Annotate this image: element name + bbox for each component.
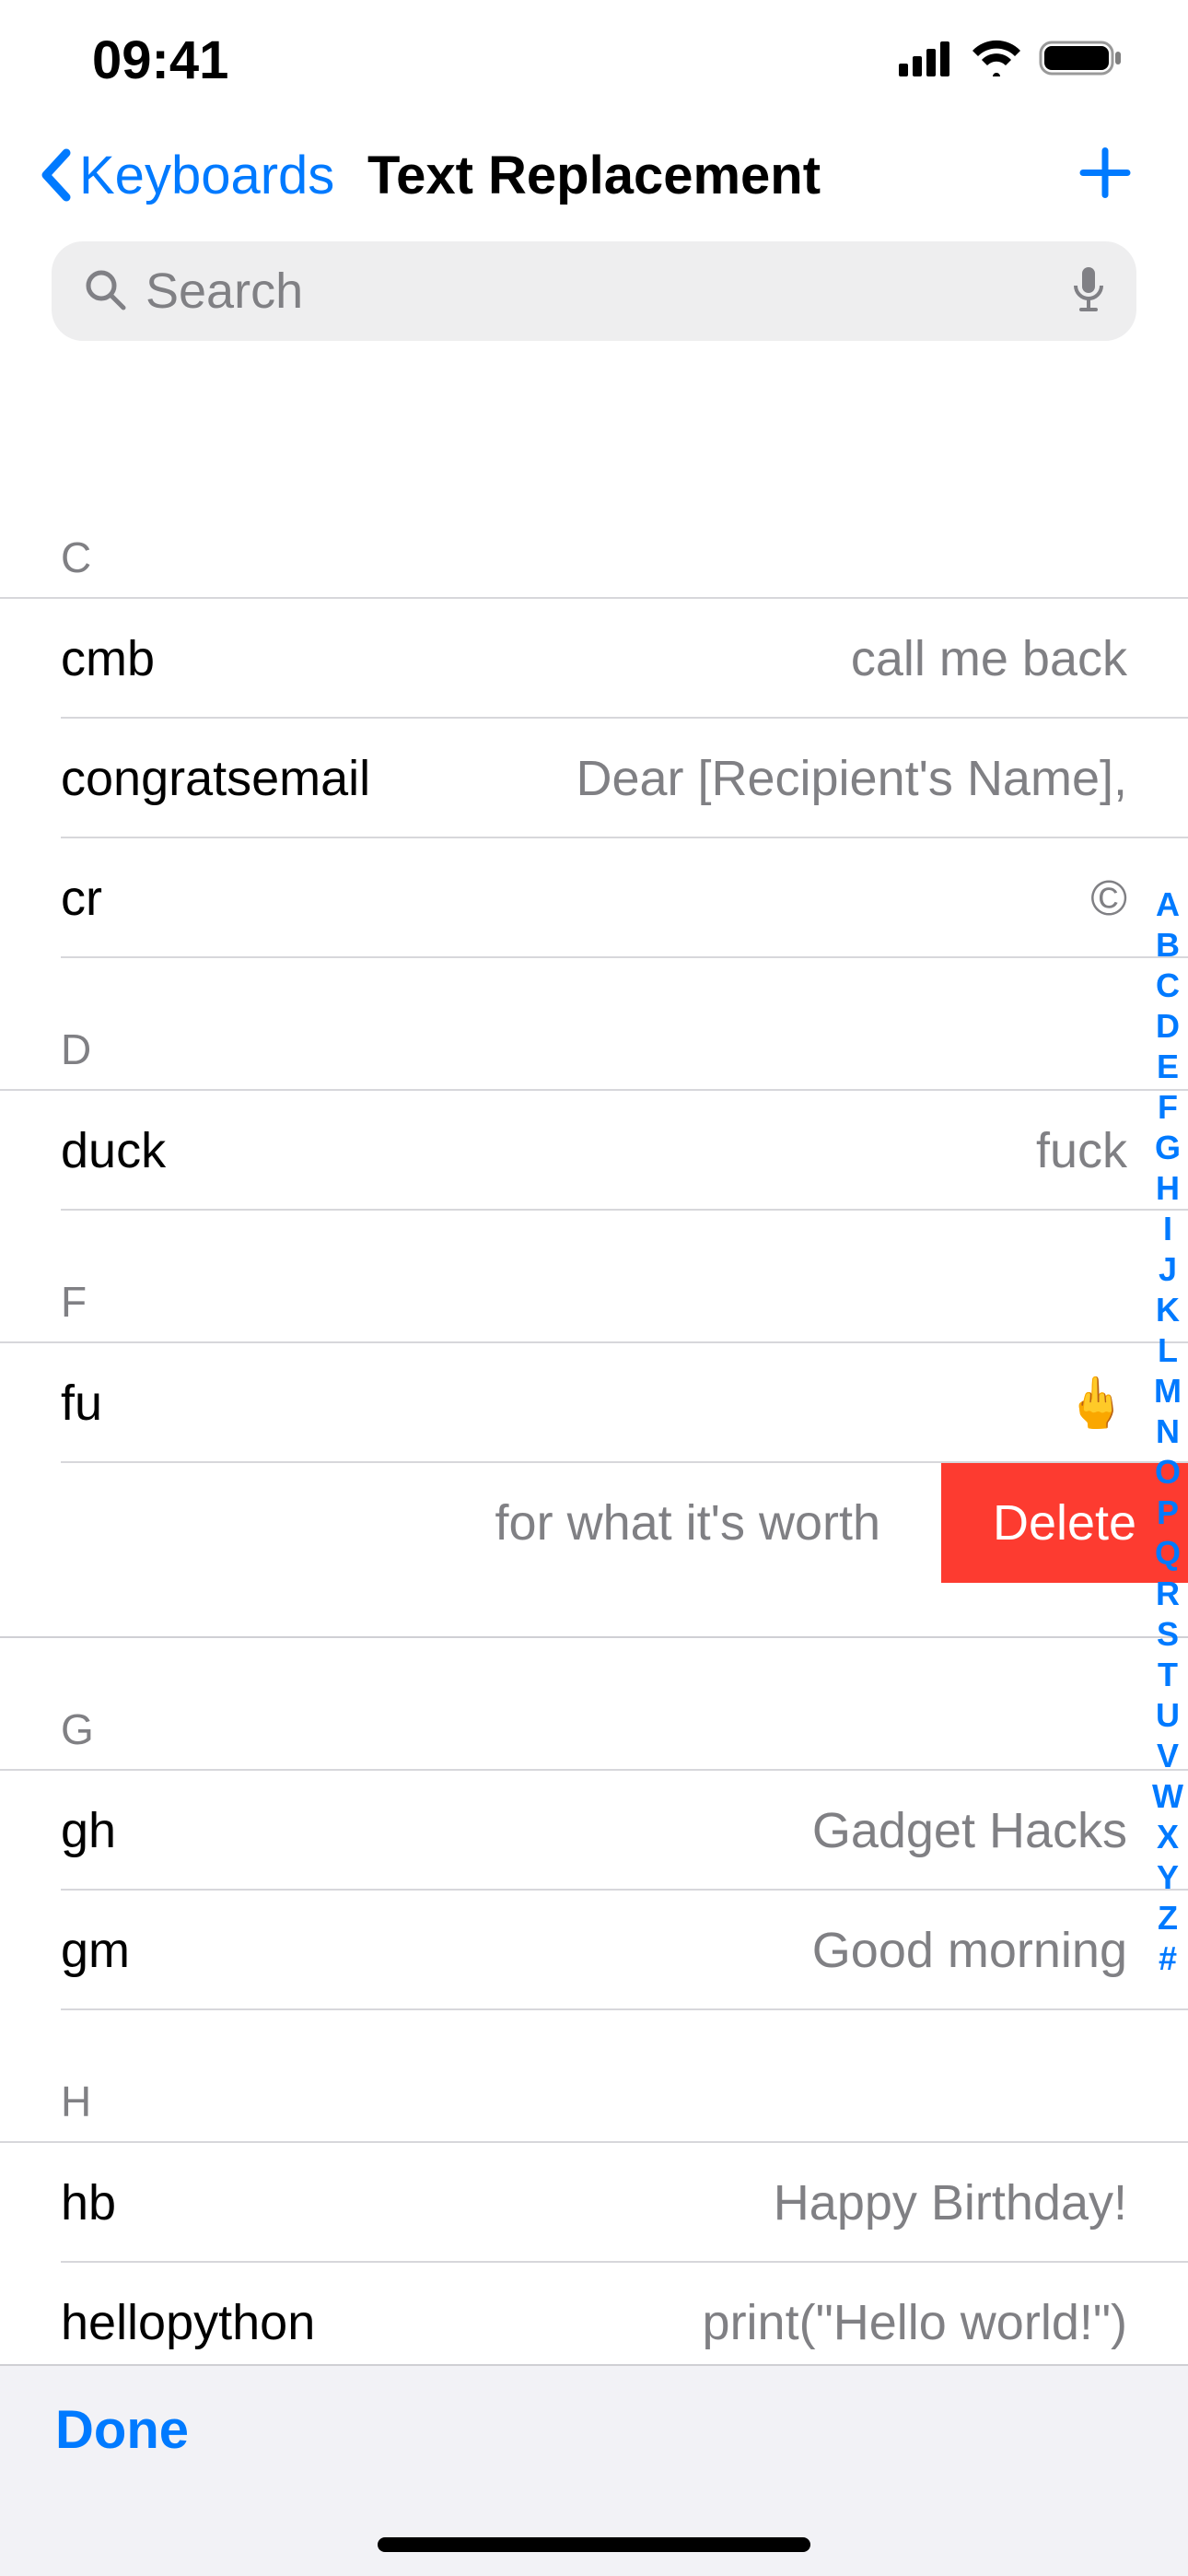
table-row[interactable]: gh Gadget Hacks xyxy=(0,1771,1188,1891)
phrase-text: fuck xyxy=(1036,1122,1127,1179)
bottom-toolbar: Done xyxy=(0,2364,1188,2576)
add-button[interactable] xyxy=(1077,146,1133,205)
index-letter[interactable]: L xyxy=(1158,1330,1178,1371)
chevron-left-icon xyxy=(37,147,74,203)
index-letter[interactable]: P xyxy=(1157,1493,1179,1533)
table-content: Ccmb call me back congratsemail Dear [Recip… xyxy=(0,350,1188,2515)
wifi-icon xyxy=(971,40,1022,81)
index-letter[interactable]: U xyxy=(1156,1695,1180,1736)
index-letter[interactable]: V xyxy=(1157,1736,1179,1776)
done-button[interactable]: Done xyxy=(55,2399,1133,2461)
index-letter[interactable]: C xyxy=(1156,966,1180,1006)
index-letter[interactable]: M xyxy=(1154,1371,1182,1411)
cellular-icon xyxy=(899,40,954,81)
shortcut-text: gh xyxy=(61,1802,116,1859)
phrase-text: print("Hello world!") xyxy=(703,2294,1127,2351)
status-bar: 09:41 xyxy=(0,0,1188,120)
shortcut-text: duck xyxy=(61,1122,166,1179)
search-placeholder: Search xyxy=(146,263,1054,320)
table-row[interactable]: for what it's worthDelete xyxy=(0,1463,1188,1583)
index-letter[interactable]: S xyxy=(1157,1614,1179,1655)
table-row[interactable]: duck fuck xyxy=(0,1091,1188,1211)
search-icon xyxy=(83,267,127,316)
index-letter[interactable]: O xyxy=(1155,1452,1181,1493)
status-right xyxy=(899,39,1124,82)
table-row[interactable]: congratsemail Dear [Recipient's Name], xyxy=(0,719,1188,838)
index-letter[interactable]: # xyxy=(1159,1938,1177,1979)
phrase-text: Happy Birthday! xyxy=(774,2174,1127,2231)
index-letter[interactable]: D xyxy=(1156,1006,1180,1047)
index-letter[interactable]: K xyxy=(1156,1290,1180,1330)
index-letter[interactable]: W xyxy=(1152,1776,1183,1817)
index-letter[interactable]: H xyxy=(1156,1168,1180,1209)
shortcut-text: congratsemail xyxy=(61,750,370,807)
phrase-text: © xyxy=(1090,870,1127,927)
phrase-text: for what it's worth xyxy=(495,1494,880,1551)
section-header: G xyxy=(0,1638,1188,1771)
back-button[interactable]: Keyboards xyxy=(37,145,334,206)
phrase-text: Gadget Hacks xyxy=(812,1802,1127,1859)
index-letter[interactable]: Y xyxy=(1157,1857,1179,1898)
table-row[interactable]: cr © xyxy=(0,838,1188,958)
table-row[interactable]: gm Good morning xyxy=(0,1891,1188,2010)
shortcut-text: hellopython xyxy=(61,2294,315,2351)
battery-icon xyxy=(1039,39,1124,82)
index-letter[interactable]: J xyxy=(1159,1249,1177,1290)
home-indicator xyxy=(378,2537,810,2552)
index-letter[interactable]: Z xyxy=(1158,1898,1178,1938)
plus-icon xyxy=(1077,146,1133,201)
section-header: F xyxy=(0,1211,1188,1343)
shortcut-text: fu xyxy=(61,1375,102,1432)
shortcut-text: cr xyxy=(61,870,102,927)
nav-bar: Keyboards Text Replacement xyxy=(0,120,1188,230)
index-letter[interactable]: I xyxy=(1163,1209,1172,1249)
shortcut-text: hb xyxy=(61,2174,116,2231)
phrase-text: Dear [Recipient's Name], xyxy=(576,750,1127,807)
search-container: Search xyxy=(0,230,1188,350)
search-input[interactable]: Search xyxy=(52,241,1136,341)
index-letter[interactable]: R xyxy=(1156,1574,1180,1614)
back-label: Keyboards xyxy=(79,145,334,206)
shortcut-text: cmb xyxy=(61,630,155,687)
phrase-text: 🖕 xyxy=(1066,1375,1127,1433)
table-row[interactable]: cmb call me back xyxy=(0,599,1188,719)
index-letter[interactable]: X xyxy=(1157,1817,1179,1857)
section-header: H xyxy=(0,2010,1188,2143)
index-letter[interactable]: Q xyxy=(1155,1533,1181,1574)
table-row[interactable]: fu 🖕 xyxy=(0,1343,1188,1463)
index-letter[interactable]: A xyxy=(1156,884,1180,925)
index-letter[interactable]: N xyxy=(1156,1411,1180,1452)
table-row[interactable]: hb Happy Birthday! xyxy=(0,2143,1188,2263)
dictation-icon[interactable] xyxy=(1072,265,1105,318)
phrase-text: Good morning xyxy=(812,1922,1127,1979)
index-letter[interactable]: F xyxy=(1158,1087,1178,1128)
index-letter[interactable]: B xyxy=(1156,925,1180,966)
shortcut-text: gm xyxy=(61,1922,130,1979)
index-letter[interactable]: E xyxy=(1157,1047,1179,1087)
section-header: D xyxy=(0,958,1188,1091)
index-letter[interactable]: G xyxy=(1155,1128,1181,1168)
section-index[interactable]: ABCDEFGHIJKLMNOPQRSTUVWXYZ# xyxy=(1149,884,1186,1979)
section-header: C xyxy=(0,350,1188,599)
status-time: 09:41 xyxy=(92,29,228,91)
phrase-text: call me back xyxy=(851,630,1127,687)
index-letter[interactable]: T xyxy=(1158,1655,1178,1695)
